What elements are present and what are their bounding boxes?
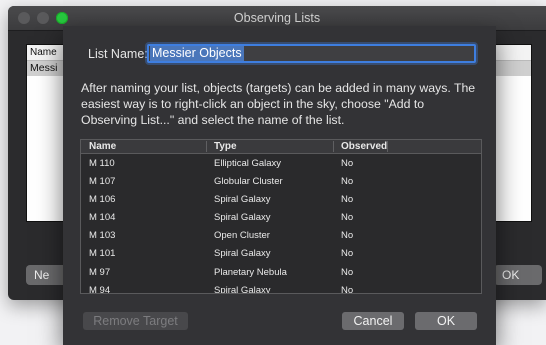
column-header-name[interactable]: Name	[89, 140, 116, 153]
target-name-cell: M 94	[89, 284, 111, 294]
edit-list-sheet: List Name: Messier Objects After naming …	[63, 26, 496, 345]
column-divider[interactable]	[206, 141, 207, 152]
list-name-label: List Name:	[88, 47, 148, 61]
table-row[interactable]: M 110 Elliptical Galaxy No	[81, 154, 481, 172]
target-type-cell: Spiral Galaxy	[214, 284, 271, 294]
target-observed-cell: No	[341, 158, 354, 169]
table-row[interactable]: M 97 Planetary Nebula No	[81, 263, 481, 281]
target-observed-cell: No	[341, 230, 354, 242]
target-name-cell: M 103	[89, 230, 116, 242]
target-type-cell: Spiral Galaxy	[214, 212, 271, 224]
target-observed-cell: No	[341, 194, 354, 206]
remove-target-button[interactable]: Remove Target	[83, 312, 188, 330]
targets-table[interactable]: Name Type Observed M 110 Elliptical Galax…	[80, 139, 482, 294]
target-name-cell: M 106	[89, 194, 116, 206]
target-type-cell: Globular Cluster	[214, 176, 283, 188]
table-row[interactable]: M 104 Spiral Galaxy No	[81, 208, 481, 226]
target-name-cell: M 101	[89, 248, 116, 260]
cancel-button[interactable]: Cancel	[342, 312, 404, 330]
table-row[interactable]: M 107 Globular Cluster No	[81, 172, 481, 190]
table-row[interactable]: M 94 Spiral Galaxy No	[81, 281, 481, 294]
window-title: Observing Lists	[233, 11, 321, 25]
targets-table-header: Name Type Observed	[81, 140, 481, 154]
column-divider[interactable]	[333, 141, 334, 152]
column-header-type[interactable]: Type	[214, 140, 237, 153]
instructions-text: After naming your list, objects (targets…	[81, 81, 476, 127]
column-divider[interactable]	[387, 141, 388, 152]
target-type-cell: Planetary Nebula	[214, 266, 287, 278]
target-type-cell: Open Cluster	[214, 230, 270, 242]
target-type-cell: Elliptical Galaxy	[214, 158, 282, 169]
table-row[interactable]: M 101 Spiral Galaxy No	[81, 244, 481, 262]
target-name-cell: M 110	[89, 158, 115, 169]
target-name-cell: M 97	[89, 266, 111, 278]
target-observed-cell: No	[341, 212, 354, 224]
target-name-cell: M 107	[89, 176, 116, 188]
table-row[interactable]: M 106 Spiral Galaxy No	[81, 190, 481, 208]
ok-button[interactable]: OK	[415, 312, 477, 330]
target-type-cell: Spiral Galaxy	[214, 248, 271, 260]
table-row[interactable]: M 103 Open Cluster No	[81, 226, 481, 244]
list-name-value[interactable]: Messier Objects	[150, 46, 244, 61]
target-observed-cell: No	[341, 248, 354, 260]
target-observed-cell: No	[341, 176, 354, 188]
targets-table-body: M 110 Elliptical Galaxy No M 107 Globular Cl…	[81, 154, 481, 294]
target-type-cell: Spiral Galaxy	[214, 194, 271, 206]
window-ok-button[interactable]: OK	[494, 265, 542, 285]
target-observed-cell: No	[341, 266, 354, 278]
target-name-cell: M 104	[89, 212, 116, 224]
target-observed-cell: No	[341, 284, 354, 294]
column-header-observed[interactable]: Observed	[341, 140, 387, 153]
